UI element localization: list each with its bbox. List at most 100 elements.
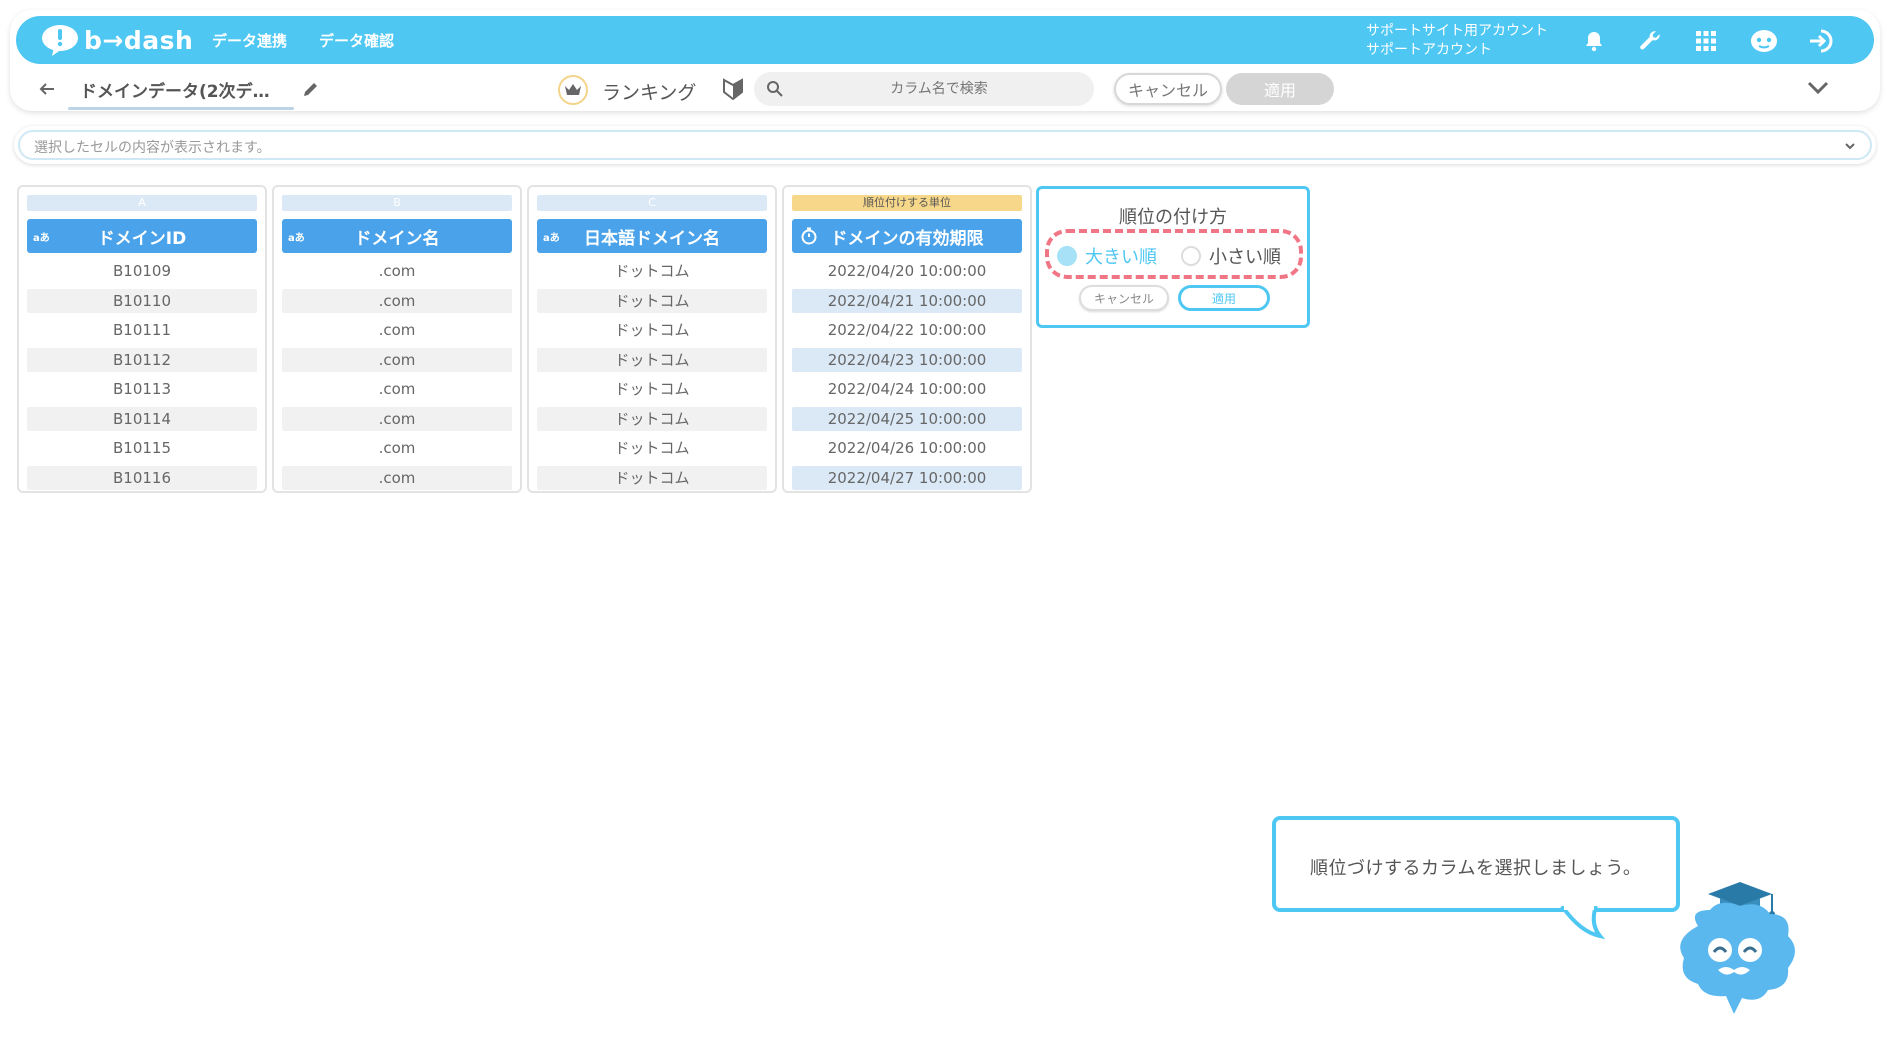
cell[interactable]: 2022/04/27 10:00:00 <box>792 465 1022 490</box>
column-b: B aあ ドメイン名 .com .com .com .com .com .com… <box>272 185 522 493</box>
column-header-label: ドメインID <box>97 228 187 249</box>
cell[interactable]: B10110 <box>27 288 257 313</box>
text-type-icon: aあ <box>288 233 305 244</box>
popup-cancel-button[interactable]: キャンセル <box>1079 285 1169 311</box>
cell[interactable]: .com <box>282 347 512 372</box>
app-page: b→dash データ連携 データ確認 サポートサイト用アカウント サポートアカウ… <box>0 0 1890 1063</box>
cell[interactable]: .com <box>282 377 512 401</box>
cell[interactable]: ドットコム <box>537 288 767 313</box>
column-cells: B10109 B10110 B10111 B10112 B10113 B1011… <box>27 259 257 495</box>
column-a: A aあ ドメインID B10109 B10110 B10111 B10112 … <box>17 185 267 493</box>
cell[interactable]: ドットコム <box>537 377 767 401</box>
guide-text: 順位づけするカラムを選択しましょう。 <box>1310 858 1642 879</box>
text-type-icon: aあ <box>543 233 560 244</box>
beginner-mark-icon[interactable] <box>722 77 744 101</box>
cell[interactable]: B10115 <box>27 436 257 460</box>
ranking-order-popup: 順位の付け方 大きい順 小さい順 キャンセル 適用 <box>1036 186 1310 328</box>
column-header-domain-name[interactable]: aあ ドメイン名 <box>282 219 512 253</box>
order-options-highlight: 大きい順 小さい順 <box>1045 229 1303 279</box>
column-header-label: 日本語ドメイン名 <box>584 228 720 249</box>
ranking-unit-label: 順位付けする単位 <box>792 195 1022 211</box>
cell[interactable]: .com <box>282 436 512 460</box>
logout-icon[interactable] <box>1806 26 1836 56</box>
cell[interactable]: .com <box>282 406 512 431</box>
expand-chevron-icon[interactable] <box>1842 138 1858 154</box>
cell[interactable]: .com <box>282 465 512 490</box>
column-search <box>754 72 1094 106</box>
radio-selected-icon <box>1057 246 1077 266</box>
cell[interactable]: 2022/04/21 10:00:00 <box>792 288 1022 313</box>
column-letter: C <box>537 195 767 211</box>
column-header-label: ドメインの有効期限 <box>830 228 984 249</box>
toolbar: ドメインデータ(2次デ… ランキング キャンセル 適用 <box>10 70 1880 110</box>
chevron-down-icon[interactable] <box>1806 78 1830 98</box>
cell[interactable]: 2022/04/20 10:00:00 <box>792 259 1022 283</box>
dataset-title[interactable]: ドメインデータ(2次デ… <box>80 77 270 102</box>
apply-button[interactable]: 適用 <box>1226 73 1334 105</box>
column-header-domain-id[interactable]: aあ ドメインID <box>27 219 257 253</box>
cell[interactable]: 2022/04/24 10:00:00 <box>792 377 1022 401</box>
cell[interactable]: ドットコム <box>537 318 767 342</box>
radio-label: 大きい順 <box>1085 247 1157 268</box>
cell[interactable]: ドットコム <box>537 259 767 283</box>
search-input[interactable] <box>794 72 1084 106</box>
column-cells: ドットコム ドットコム ドットコム ドットコム ドットコム ドットコム ドットコ… <box>537 259 767 495</box>
cell-content-field: 選択したセルの内容が表示されます。 <box>18 130 1872 160</box>
cell[interactable]: B10109 <box>27 259 257 283</box>
column-header-domain-expiry[interactable]: ドメインの有効期限 <box>792 219 1022 253</box>
wrench-icon[interactable] <box>1635 26 1665 56</box>
cell[interactable]: ドットコム <box>537 436 767 460</box>
column-c: C aあ 日本語ドメイン名 ドットコム ドットコム ドットコム ドットコム ドッ… <box>527 185 777 493</box>
cell[interactable]: B10113 <box>27 377 257 401</box>
column-cells: 2022/04/20 10:00:00 2022/04/21 10:00:00 … <box>792 259 1022 495</box>
cell[interactable]: 2022/04/22 10:00:00 <box>792 318 1022 342</box>
mascot-character-icon <box>1680 882 1795 1014</box>
nav-data-link[interactable]: データ連携 <box>212 30 287 51</box>
cell[interactable]: .com <box>282 318 512 342</box>
column-letter: A <box>27 195 257 211</box>
guide-speech-bubble: 順位づけするカラムを選択しましょう。 <box>1272 816 1680 912</box>
cell[interactable]: ドットコム <box>537 347 767 372</box>
cell-content-bar[interactable]: 選択したセルの内容が表示されます。 <box>14 126 1876 164</box>
bell-icon[interactable] <box>1579 26 1609 56</box>
cell[interactable]: B10112 <box>27 347 257 372</box>
column-header-japanese-domain-name[interactable]: aあ 日本語ドメイン名 <box>537 219 767 253</box>
column-header-label: ドメイン名 <box>354 228 440 249</box>
cell[interactable]: 2022/04/26 10:00:00 <box>792 436 1022 460</box>
crown-icon <box>558 75 588 105</box>
cell-content-placeholder: 選択したセルの内容が表示されます。 <box>34 140 271 156</box>
grid-icon[interactable] <box>1691 26 1721 56</box>
back-arrow-icon[interactable] <box>36 78 58 100</box>
cell[interactable]: 2022/04/23 10:00:00 <box>792 347 1022 372</box>
text-type-icon: aあ <box>33 233 50 244</box>
cell[interactable]: B10116 <box>27 465 257 490</box>
popup-title: 順位の付け方 <box>1119 207 1227 228</box>
cell[interactable]: B10111 <box>27 318 257 342</box>
logo-text: b→dash <box>84 25 194 55</box>
ranking-label: ランキング <box>602 82 697 104</box>
pencil-icon[interactable] <box>302 80 320 98</box>
cell[interactable]: B10114 <box>27 406 257 431</box>
popup-apply-button[interactable]: 適用 <box>1178 285 1270 311</box>
column-d: 順位付けする単位 ドメインの有効期限 2022/04/20 10:00:00 2… <box>782 185 1032 493</box>
cell[interactable]: .com <box>282 288 512 313</box>
column-letter: B <box>282 195 512 211</box>
title-underline <box>68 107 294 110</box>
timer-icon <box>801 227 817 245</box>
account-line-2: サポートアカウント <box>1366 42 1492 58</box>
assistant-icon[interactable] <box>1749 26 1779 56</box>
speech-bubble-tail <box>1560 906 1606 940</box>
cell[interactable]: ドットコム <box>537 465 767 490</box>
radio-ascending[interactable]: 小さい順 <box>1181 243 1281 269</box>
nav-data-check[interactable]: データ確認 <box>319 30 394 51</box>
logo[interactable]: b→dash <box>40 22 193 58</box>
cell[interactable]: .com <box>282 259 512 283</box>
account-info[interactable]: サポートサイト用アカウント サポートアカウント <box>1366 22 1548 60</box>
logo-bubble-icon <box>42 25 78 56</box>
column-cells: .com .com .com .com .com .com .com .com <box>282 259 512 495</box>
cancel-button[interactable]: キャンセル <box>1114 73 1222 105</box>
account-line-1: サポートサイト用アカウント <box>1366 23 1548 39</box>
radio-descending[interactable]: 大きい順 <box>1057 243 1157 269</box>
cell[interactable]: 2022/04/25 10:00:00 <box>792 406 1022 431</box>
cell[interactable]: ドットコム <box>537 406 767 431</box>
